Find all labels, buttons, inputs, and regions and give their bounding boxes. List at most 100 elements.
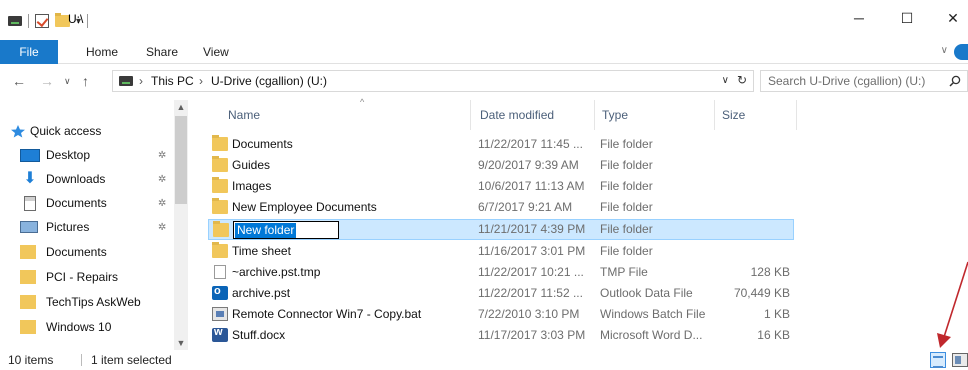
column-divider[interactable] bbox=[470, 100, 471, 130]
sidebar-item-documents-folder[interactable]: Documents bbox=[0, 241, 174, 263]
address-history-icon[interactable]: ∨ bbox=[722, 75, 729, 86]
forward-arrow-icon[interactable]: → bbox=[40, 73, 54, 89]
word-file-icon bbox=[212, 326, 228, 342]
file-name: Images bbox=[232, 179, 272, 193]
title-bar: ▾ U:\ ─ ☐ ✕ bbox=[0, 0, 968, 40]
pin-icon[interactable]: ✲ bbox=[158, 150, 166, 161]
search-icon[interactable] bbox=[949, 75, 961, 87]
recent-locations-icon[interactable]: ∨ bbox=[64, 76, 71, 87]
sidebar-item-documents[interactable]: Documents ✲ bbox=[0, 192, 174, 214]
file-date: 7/22/2010 3:10 PM bbox=[478, 307, 580, 321]
file-type: File folder bbox=[600, 179, 653, 193]
star-icon bbox=[11, 125, 25, 138]
table-row[interactable]: Time sheet 11/16/2017 3:01 PM File folde… bbox=[208, 241, 794, 262]
batch-file-icon bbox=[212, 307, 228, 321]
rename-input[interactable]: New folder bbox=[233, 221, 339, 239]
minimize-button[interactable]: ─ bbox=[844, 10, 874, 30]
scroll-thumb[interactable] bbox=[175, 116, 187, 204]
table-row[interactable]: Documents 11/22/2017 11:45 ... File fold… bbox=[208, 134, 794, 155]
back-arrow-icon[interactable]: ← bbox=[12, 73, 26, 89]
column-header-type[interactable]: Type bbox=[602, 100, 628, 130]
maximize-button[interactable]: ☐ bbox=[892, 10, 922, 30]
folder-icon bbox=[212, 242, 228, 258]
drive-icon bbox=[119, 76, 133, 86]
breadcrumb-separator[interactable]: › bbox=[199, 74, 203, 88]
tab-file[interactable]: File bbox=[0, 40, 58, 64]
breadcrumb-u-drive[interactable]: U-Drive (cgallion) (U:) bbox=[211, 74, 327, 88]
selection-count: 1 item selected bbox=[91, 353, 172, 367]
refresh-icon[interactable]: ↻ bbox=[737, 73, 747, 87]
blank-file-icon bbox=[214, 265, 226, 279]
drive-icon[interactable] bbox=[8, 16, 22, 26]
tab-home[interactable]: Home bbox=[86, 40, 118, 64]
details-view-button[interactable] bbox=[930, 352, 946, 368]
close-button[interactable]: ✕ bbox=[938, 10, 968, 30]
file-date: 6/7/2017 9:21 AM bbox=[478, 200, 573, 214]
sidebar-item-pictures[interactable]: Pictures ✲ bbox=[0, 216, 174, 238]
column-divider[interactable] bbox=[796, 100, 797, 130]
rename-text[interactable]: New folder bbox=[235, 223, 297, 238]
column-header-date-modified[interactable]: Date modified bbox=[480, 100, 554, 130]
help-icon[interactable] bbox=[954, 44, 968, 60]
tab-share[interactable]: Share bbox=[146, 40, 178, 64]
ribbon: File Home Share View ∨ bbox=[0, 40, 968, 64]
scroll-up-icon[interactable]: ▲ bbox=[174, 100, 188, 114]
download-icon: ⬇ bbox=[23, 170, 37, 187]
search-box[interactable] bbox=[760, 70, 968, 92]
sidebar-item-windows-10[interactable]: Windows 10 bbox=[0, 316, 174, 338]
file-date: 11/21/2017 4:39 PM bbox=[478, 222, 586, 236]
table-row[interactable]: Guides 9/20/2017 9:39 AM File folder bbox=[208, 155, 794, 176]
file-date: 11/22/2017 11:52 ... bbox=[478, 286, 583, 300]
outlook-file-icon bbox=[212, 285, 228, 300]
file-date: 11/16/2017 3:01 PM bbox=[478, 244, 586, 258]
sidebar-item-label: Documents bbox=[46, 196, 107, 210]
file-name: Time sheet bbox=[232, 244, 291, 258]
file-type: File folder bbox=[600, 158, 653, 172]
ribbon-expand-icon[interactable]: ∨ bbox=[941, 45, 948, 56]
folder-icon bbox=[213, 221, 229, 237]
table-row[interactable]: New Employee Documents 6/7/2017 9:21 AM … bbox=[208, 197, 794, 218]
sidebar-item-pci-repairs[interactable]: PCI - Repairs bbox=[0, 266, 174, 288]
pin-icon[interactable]: ✲ bbox=[158, 198, 166, 209]
table-row[interactable]: archive.pst 11/22/2017 11:52 ... Outlook… bbox=[208, 283, 794, 304]
breadcrumb-this-pc[interactable]: This PC bbox=[151, 74, 194, 88]
search-input[interactable] bbox=[768, 74, 940, 88]
toolbar-separator bbox=[28, 14, 29, 28]
sidebar-item-quick-access[interactable]: Quick access bbox=[10, 120, 184, 142]
table-row[interactable]: Remote Connector Win7 - Copy.bat 7/22/20… bbox=[208, 304, 794, 325]
address-row: ← → ∨ ↑ › This PC › U-Drive (cgallion) (… bbox=[0, 64, 968, 98]
nav-scrollbar[interactable]: ▲ ▼ bbox=[174, 100, 188, 350]
file-name: Stuff.docx bbox=[232, 328, 286, 342]
up-arrow-icon[interactable]: ↑ bbox=[82, 73, 89, 89]
table-row[interactable]: ~archive.pst.tmp 11/22/2017 10:21 ... TM… bbox=[208, 262, 794, 283]
address-bar[interactable]: › This PC › U-Drive (cgallion) (U:) ∨ ↻ bbox=[112, 70, 754, 92]
table-row-selected[interactable]: New folder 11/21/2017 4:39 PM File folde… bbox=[208, 219, 794, 240]
sidebar-item-downloads[interactable]: ⬇ Downloads ✲ bbox=[0, 168, 174, 190]
breadcrumb-separator[interactable]: › bbox=[139, 74, 143, 88]
sidebar-item-techtips-askweb[interactable]: TechTips AskWeb bbox=[0, 291, 174, 313]
item-count: 10 items bbox=[8, 353, 54, 367]
file-date: 11/22/2017 11:45 ... bbox=[478, 137, 583, 151]
table-row[interactable]: Images 10/6/2017 11:13 AM File folder bbox=[208, 176, 794, 197]
sidebar-item-desktop[interactable]: Desktop ✲ bbox=[0, 144, 174, 166]
pin-icon[interactable]: ✲ bbox=[158, 174, 166, 185]
large-icons-view-button[interactable] bbox=[952, 353, 968, 367]
tab-view[interactable]: View bbox=[203, 40, 229, 64]
pin-icon[interactable]: ✲ bbox=[158, 222, 166, 233]
sidebar-item-label: Downloads bbox=[46, 172, 106, 186]
sidebar-item-label: TechTips AskWeb bbox=[46, 295, 141, 309]
column-divider[interactable] bbox=[594, 100, 595, 130]
file-type: Outlook Data File bbox=[600, 286, 693, 300]
column-divider[interactable] bbox=[714, 100, 715, 130]
column-header-size[interactable]: Size bbox=[722, 100, 745, 130]
table-row[interactable]: Stuff.docx 11/17/2017 3:03 PM Microsoft … bbox=[208, 325, 794, 346]
file-name: archive.pst bbox=[232, 286, 291, 300]
file-name: Documents bbox=[232, 137, 293, 151]
folder-icon bbox=[212, 156, 228, 172]
sidebar-item-label: Documents bbox=[46, 245, 107, 259]
properties-icon[interactable] bbox=[35, 14, 49, 28]
file-name: Remote Connector Win7 - Copy.bat bbox=[232, 307, 422, 321]
scroll-down-icon[interactable]: ▼ bbox=[174, 336, 188, 350]
documents-icon bbox=[24, 195, 36, 211]
column-header-name[interactable]: Name bbox=[228, 100, 260, 130]
